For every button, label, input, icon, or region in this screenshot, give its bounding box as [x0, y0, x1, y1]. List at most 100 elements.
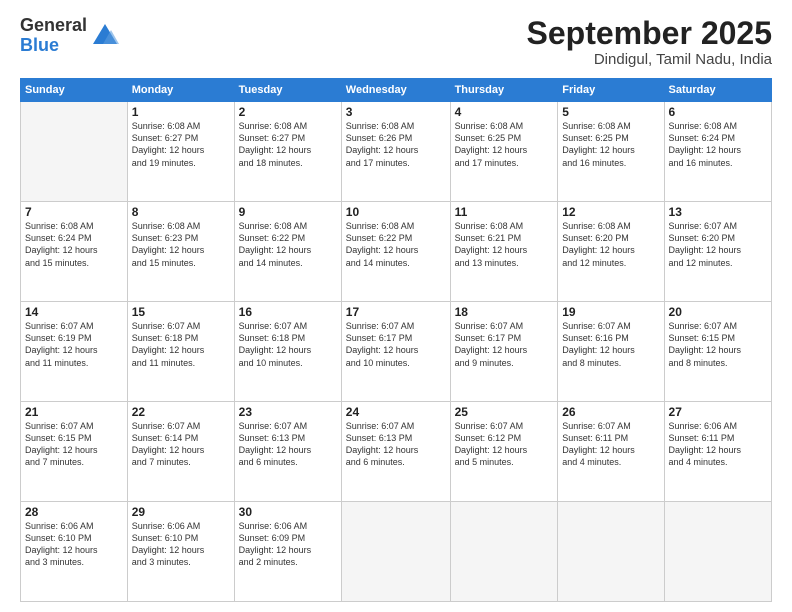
header: General Blue September 2025 Dindigul, Ta… — [20, 16, 772, 68]
day-info: Sunrise: 6:07 AM Sunset: 6:19 PM Dayligh… — [25, 320, 123, 369]
table-row: 7Sunrise: 6:08 AM Sunset: 6:24 PM Daylig… — [21, 202, 772, 302]
day-number: 16 — [239, 305, 337, 319]
day-number: 9 — [239, 205, 337, 219]
table-cell: 2Sunrise: 6:08 AM Sunset: 6:27 PM Daylig… — [234, 102, 341, 202]
table-cell: 26Sunrise: 6:07 AM Sunset: 6:11 PM Dayli… — [558, 402, 664, 502]
table-cell — [450, 502, 558, 602]
day-number: 30 — [239, 505, 337, 519]
day-number: 25 — [455, 405, 554, 419]
day-number: 15 — [132, 305, 230, 319]
day-number: 14 — [25, 305, 123, 319]
day-info: Sunrise: 6:08 AM Sunset: 6:25 PM Dayligh… — [455, 120, 554, 169]
day-info: Sunrise: 6:07 AM Sunset: 6:17 PM Dayligh… — [455, 320, 554, 369]
day-info: Sunrise: 6:08 AM Sunset: 6:26 PM Dayligh… — [346, 120, 446, 169]
day-number: 7 — [25, 205, 123, 219]
table-row: 21Sunrise: 6:07 AM Sunset: 6:15 PM Dayli… — [21, 402, 772, 502]
day-number: 21 — [25, 405, 123, 419]
location: Dindigul, Tamil Nadu, India — [527, 51, 772, 68]
col-thursday: Thursday — [450, 79, 558, 102]
col-wednesday: Wednesday — [341, 79, 450, 102]
table-row: 1Sunrise: 6:08 AM Sunset: 6:27 PM Daylig… — [21, 102, 772, 202]
day-info: Sunrise: 6:06 AM Sunset: 6:10 PM Dayligh… — [132, 520, 230, 569]
logo: General Blue — [20, 16, 119, 56]
table-cell: 3Sunrise: 6:08 AM Sunset: 6:26 PM Daylig… — [341, 102, 450, 202]
logo-text: General Blue — [20, 16, 87, 56]
day-info: Sunrise: 6:08 AM Sunset: 6:22 PM Dayligh… — [239, 220, 337, 269]
col-sunday: Sunday — [21, 79, 128, 102]
day-number: 5 — [562, 105, 659, 119]
day-info: Sunrise: 6:08 AM Sunset: 6:27 PM Dayligh… — [132, 120, 230, 169]
day-info: Sunrise: 6:07 AM Sunset: 6:20 PM Dayligh… — [669, 220, 767, 269]
day-number: 28 — [25, 505, 123, 519]
table-cell: 12Sunrise: 6:08 AM Sunset: 6:20 PM Dayli… — [558, 202, 664, 302]
day-info: Sunrise: 6:08 AM Sunset: 6:23 PM Dayligh… — [132, 220, 230, 269]
day-number: 24 — [346, 405, 446, 419]
day-number: 3 — [346, 105, 446, 119]
table-cell: 28Sunrise: 6:06 AM Sunset: 6:10 PM Dayli… — [21, 502, 128, 602]
header-row: Sunday Monday Tuesday Wednesday Thursday… — [21, 79, 772, 102]
col-monday: Monday — [127, 79, 234, 102]
table-cell: 25Sunrise: 6:07 AM Sunset: 6:12 PM Dayli… — [450, 402, 558, 502]
table-cell: 19Sunrise: 6:07 AM Sunset: 6:16 PM Dayli… — [558, 302, 664, 402]
table-cell: 16Sunrise: 6:07 AM Sunset: 6:18 PM Dayli… — [234, 302, 341, 402]
day-info: Sunrise: 6:06 AM Sunset: 6:09 PM Dayligh… — [239, 520, 337, 569]
logo-blue: Blue — [20, 36, 87, 56]
day-number: 27 — [669, 405, 767, 419]
day-number: 19 — [562, 305, 659, 319]
col-friday: Friday — [558, 79, 664, 102]
day-number: 11 — [455, 205, 554, 219]
day-number: 22 — [132, 405, 230, 419]
day-number: 23 — [239, 405, 337, 419]
table-cell: 20Sunrise: 6:07 AM Sunset: 6:15 PM Dayli… — [664, 302, 771, 402]
day-info: Sunrise: 6:06 AM Sunset: 6:10 PM Dayligh… — [25, 520, 123, 569]
table-cell: 17Sunrise: 6:07 AM Sunset: 6:17 PM Dayli… — [341, 302, 450, 402]
day-info: Sunrise: 6:07 AM Sunset: 6:14 PM Dayligh… — [132, 420, 230, 469]
day-info: Sunrise: 6:07 AM Sunset: 6:16 PM Dayligh… — [562, 320, 659, 369]
table-cell — [21, 102, 128, 202]
table-cell: 8Sunrise: 6:08 AM Sunset: 6:23 PM Daylig… — [127, 202, 234, 302]
table-cell: 1Sunrise: 6:08 AM Sunset: 6:27 PM Daylig… — [127, 102, 234, 202]
table-row: 28Sunrise: 6:06 AM Sunset: 6:10 PM Dayli… — [21, 502, 772, 602]
day-number: 20 — [669, 305, 767, 319]
day-info: Sunrise: 6:07 AM Sunset: 6:18 PM Dayligh… — [239, 320, 337, 369]
table-cell: 14Sunrise: 6:07 AM Sunset: 6:19 PM Dayli… — [21, 302, 128, 402]
day-info: Sunrise: 6:07 AM Sunset: 6:18 PM Dayligh… — [132, 320, 230, 369]
day-number: 26 — [562, 405, 659, 419]
table-cell: 6Sunrise: 6:08 AM Sunset: 6:24 PM Daylig… — [664, 102, 771, 202]
day-number: 18 — [455, 305, 554, 319]
col-tuesday: Tuesday — [234, 79, 341, 102]
day-number: 13 — [669, 205, 767, 219]
table-cell: 13Sunrise: 6:07 AM Sunset: 6:20 PM Dayli… — [664, 202, 771, 302]
logo-general: General — [20, 16, 87, 36]
table-cell — [664, 502, 771, 602]
table-cell: 5Sunrise: 6:08 AM Sunset: 6:25 PM Daylig… — [558, 102, 664, 202]
table-cell: 7Sunrise: 6:08 AM Sunset: 6:24 PM Daylig… — [21, 202, 128, 302]
table-row: 14Sunrise: 6:07 AM Sunset: 6:19 PM Dayli… — [21, 302, 772, 402]
day-info: Sunrise: 6:08 AM Sunset: 6:27 PM Dayligh… — [239, 120, 337, 169]
table-cell: 27Sunrise: 6:06 AM Sunset: 6:11 PM Dayli… — [664, 402, 771, 502]
day-number: 2 — [239, 105, 337, 119]
col-saturday: Saturday — [664, 79, 771, 102]
day-info: Sunrise: 6:07 AM Sunset: 6:12 PM Dayligh… — [455, 420, 554, 469]
day-number: 1 — [132, 105, 230, 119]
table-cell: 23Sunrise: 6:07 AM Sunset: 6:13 PM Dayli… — [234, 402, 341, 502]
table-cell: 9Sunrise: 6:08 AM Sunset: 6:22 PM Daylig… — [234, 202, 341, 302]
table-cell: 4Sunrise: 6:08 AM Sunset: 6:25 PM Daylig… — [450, 102, 558, 202]
table-cell — [558, 502, 664, 602]
day-info: Sunrise: 6:08 AM Sunset: 6:25 PM Dayligh… — [562, 120, 659, 169]
day-number: 12 — [562, 205, 659, 219]
table-cell: 29Sunrise: 6:06 AM Sunset: 6:10 PM Dayli… — [127, 502, 234, 602]
day-info: Sunrise: 6:08 AM Sunset: 6:24 PM Dayligh… — [25, 220, 123, 269]
day-info: Sunrise: 6:07 AM Sunset: 6:15 PM Dayligh… — [25, 420, 123, 469]
table-cell: 30Sunrise: 6:06 AM Sunset: 6:09 PM Dayli… — [234, 502, 341, 602]
day-number: 17 — [346, 305, 446, 319]
month-title: September 2025 — [527, 16, 772, 51]
table-cell: 10Sunrise: 6:08 AM Sunset: 6:22 PM Dayli… — [341, 202, 450, 302]
day-number: 4 — [455, 105, 554, 119]
day-info: Sunrise: 6:08 AM Sunset: 6:24 PM Dayligh… — [669, 120, 767, 169]
table-cell: 15Sunrise: 6:07 AM Sunset: 6:18 PM Dayli… — [127, 302, 234, 402]
day-info: Sunrise: 6:07 AM Sunset: 6:13 PM Dayligh… — [346, 420, 446, 469]
title-block: September 2025 Dindigul, Tamil Nadu, Ind… — [527, 16, 772, 68]
table-cell: 11Sunrise: 6:08 AM Sunset: 6:21 PM Dayli… — [450, 202, 558, 302]
day-info: Sunrise: 6:08 AM Sunset: 6:20 PM Dayligh… — [562, 220, 659, 269]
